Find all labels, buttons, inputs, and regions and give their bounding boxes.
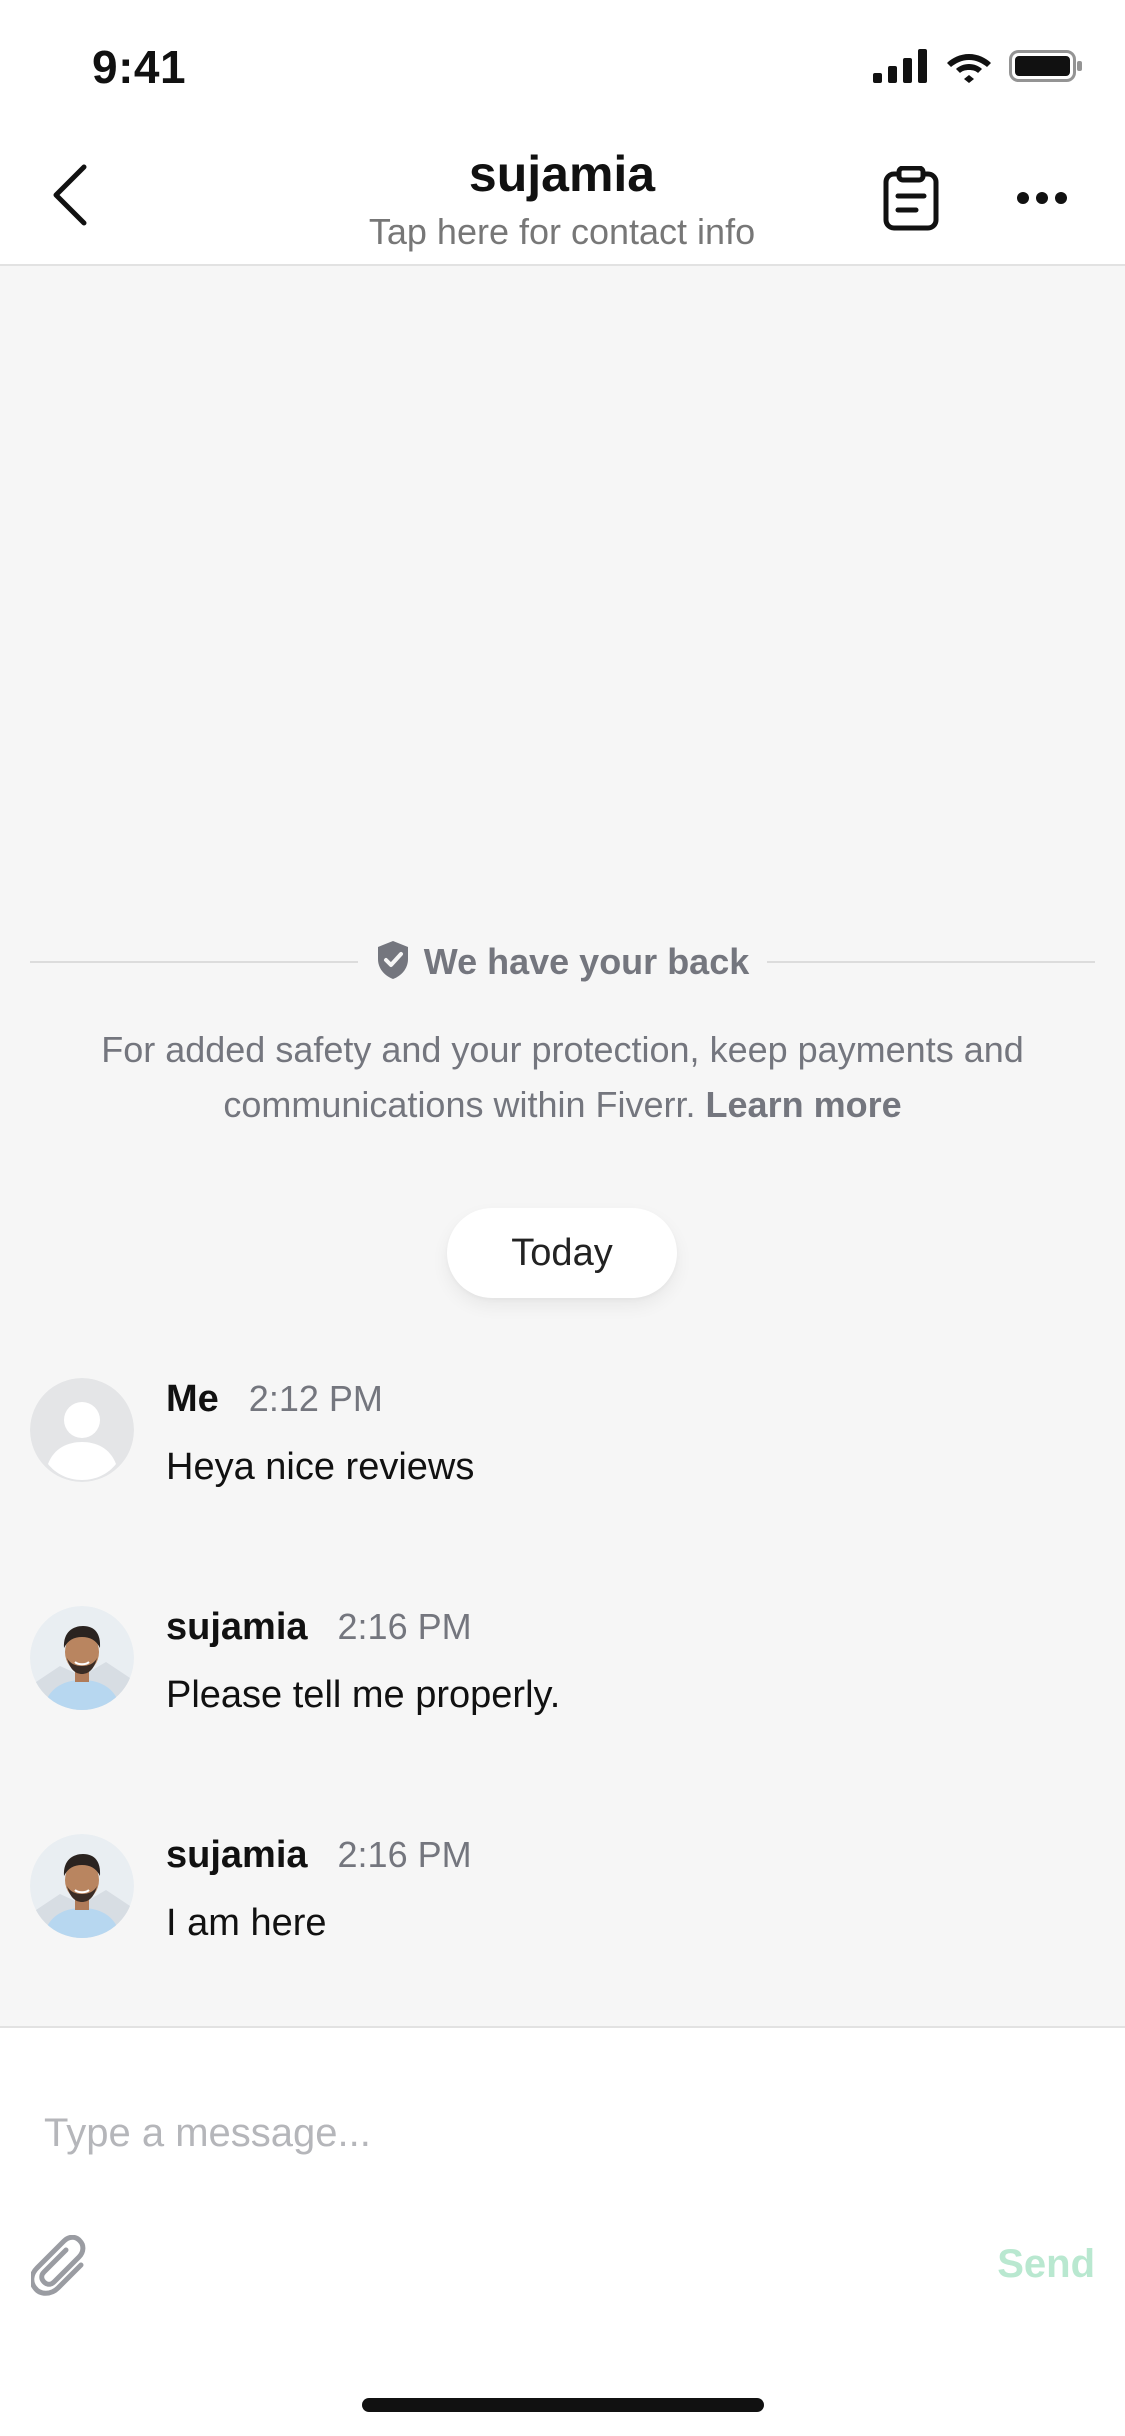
message-time: 2:12 PM bbox=[248, 1378, 383, 1419]
message-time: 2:16 PM bbox=[337, 1606, 472, 1647]
status-bar: 9:41 bbox=[0, 0, 1125, 130]
message-item: sujamia 2:16 PM I am here bbox=[0, 1834, 1125, 1954]
safety-banner-title: We have your back bbox=[423, 941, 750, 982]
divider-line bbox=[30, 961, 358, 963]
contact-photo-avatar[interactable] bbox=[30, 1606, 134, 1710]
date-divider: Today bbox=[447, 1208, 677, 1298]
message-text: Please tell me properly. bbox=[166, 1674, 561, 1716]
message-composer: Send bbox=[0, 2026, 1125, 2436]
contact-info-button[interactable]: sujamia Tap here for contact info bbox=[262, 144, 862, 254]
message-time: 2:16 PM bbox=[337, 1834, 472, 1875]
status-icons bbox=[873, 48, 1085, 89]
contact-info-hint: Tap here for contact info bbox=[368, 211, 756, 252]
back-button[interactable] bbox=[40, 162, 100, 232]
message-item: Me 2:12 PM Heya nice reviews bbox=[0, 1378, 1125, 1498]
chat-header: sujamia Tap here for contact info bbox=[0, 130, 1125, 266]
home-indicator bbox=[362, 2398, 764, 2412]
chevron-left-icon bbox=[48, 163, 92, 232]
shield-check-icon bbox=[376, 940, 410, 985]
message-input[interactable] bbox=[44, 2078, 1084, 2188]
create-offer-button[interactable] bbox=[878, 165, 944, 237]
send-button[interactable]: Send bbox=[997, 2242, 1095, 2287]
default-user-avatar[interactable] bbox=[30, 1378, 134, 1482]
message-sender: sujamia bbox=[166, 1834, 308, 1876]
status-time: 9:41 bbox=[92, 41, 187, 93]
learn-more-link[interactable]: Learn more bbox=[706, 1084, 902, 1125]
more-horizontal-icon bbox=[1016, 191, 1068, 210]
message-text: Heya nice reviews bbox=[166, 1446, 475, 1488]
more-options-button[interactable] bbox=[1010, 180, 1074, 220]
wifi-icon bbox=[945, 48, 993, 89]
divider-line bbox=[767, 961, 1096, 963]
clipboard-icon bbox=[882, 165, 940, 237]
attach-button[interactable] bbox=[28, 2234, 94, 2304]
contact-photo-avatar[interactable] bbox=[30, 1834, 134, 1938]
message-text: I am here bbox=[166, 1902, 327, 1944]
battery-icon bbox=[1009, 48, 1085, 89]
safety-banner-text: For added safety and your protection, ke… bbox=[40, 1022, 1085, 1132]
message-sender: sujamia bbox=[166, 1606, 308, 1648]
message-item: sujamia 2:16 PM Please tell me properly. bbox=[0, 1606, 1125, 1726]
paperclip-icon bbox=[29, 2234, 91, 2304]
message-list[interactable]: We have your back For added safety and y… bbox=[0, 266, 1125, 2028]
cellular-signal-icon bbox=[873, 49, 929, 88]
chat-screen: 9:41 sujamia Tap here for contact info W… bbox=[0, 0, 1125, 2436]
message-sender: Me bbox=[166, 1378, 219, 1420]
contact-name: sujamia bbox=[468, 146, 656, 202]
safety-banner-title-row: We have your back bbox=[30, 932, 1096, 992]
